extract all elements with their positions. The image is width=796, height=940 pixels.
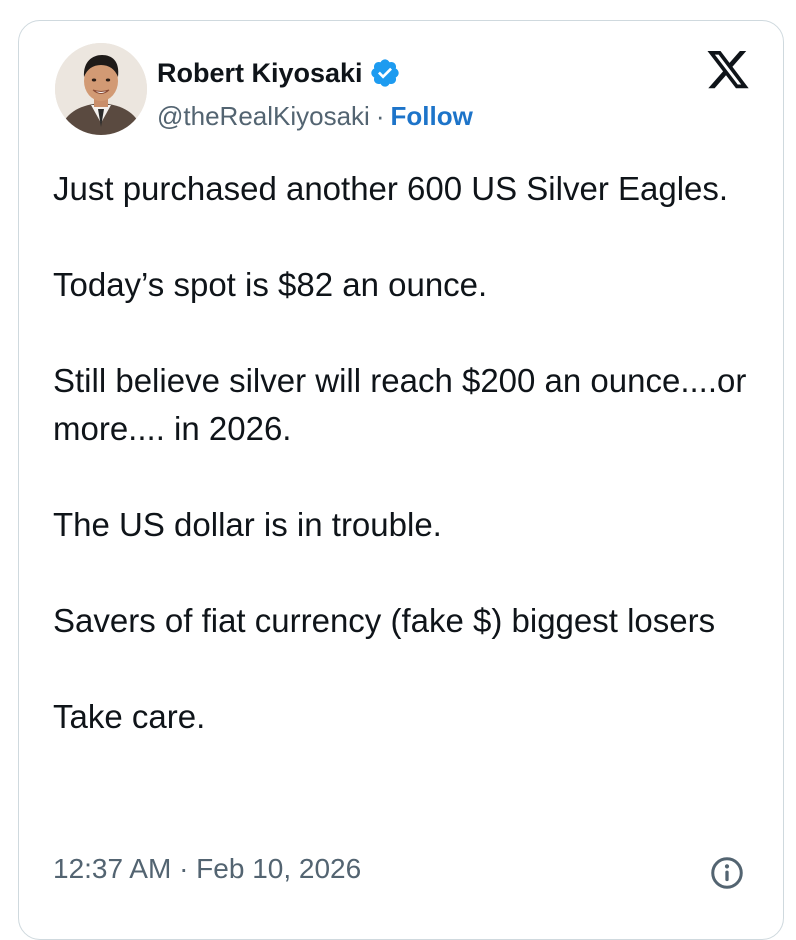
avatar-image (55, 43, 147, 135)
follow-button[interactable]: Follow (391, 101, 473, 132)
tweet-paragraph: Still believe silver will reach $200 an … (53, 362, 747, 447)
tweet-body: Just purchased another 600 US Silver Eag… (53, 165, 763, 741)
separator-dot: · (375, 100, 385, 131)
tweet-timestamp[interactable]: 12:37 AM · Feb 10, 2026 (53, 853, 361, 885)
tweet-paragraph: The US dollar is in trouble. (53, 506, 442, 543)
info-icon[interactable] (709, 855, 745, 891)
tweet-card: Robert Kiyosaki @theRealKiyosaki · Follo… (18, 20, 784, 940)
author-name[interactable]: Robert Kiyosaki (157, 58, 363, 89)
tweet-paragraph: Today’s spot is $82 an ounce. (53, 266, 488, 303)
author-avatar[interactable] (55, 43, 147, 135)
tweet-paragraph: Just purchased another 600 US Silver Eag… (53, 170, 729, 207)
tweet-paragraph: Take care. (53, 698, 206, 735)
tweet-paragraph: Savers of fiat currency (fake $) biggest… (53, 602, 716, 639)
author-handle-row: @theRealKiyosaki · Follow (157, 99, 473, 133)
author-handle[interactable]: @theRealKiyosaki (157, 101, 370, 132)
author-name-row: Robert Kiyosaki (157, 55, 401, 91)
x-logo-icon[interactable] (705, 51, 751, 93)
verified-badge-icon (369, 57, 401, 89)
